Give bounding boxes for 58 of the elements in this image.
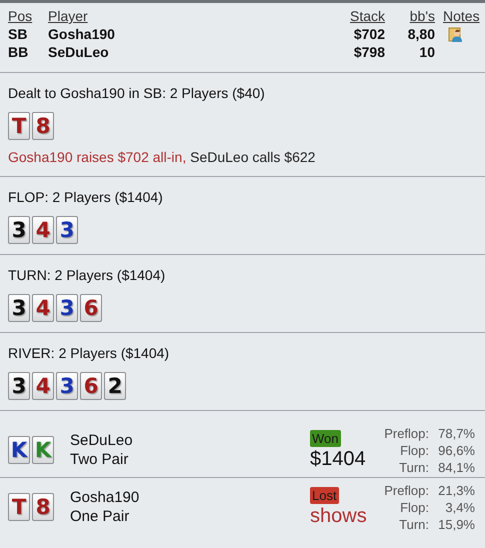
column-header[interactable]: Stack [315, 8, 385, 24]
playing-card: 3 [56, 294, 78, 322]
playing-card: 6 [80, 372, 102, 400]
playing-card: 3 [56, 216, 78, 244]
stack-cell-text: $702 [352, 26, 385, 42]
column-header[interactable]: bb's [385, 8, 435, 24]
stack-cell-text: $798 [352, 44, 385, 60]
equity-label: Preflop: [384, 482, 429, 498]
street-title: RIVER: 2 Players ($1404) [8, 344, 170, 362]
column-header[interactable]: Player [48, 8, 315, 24]
equity-label: Flop: [399, 498, 429, 516]
playing-card: 3 [56, 372, 78, 400]
result-amount: $1404 [310, 448, 366, 470]
outcome-badge: Lost [310, 487, 339, 504]
equity-value: 78,7% [437, 424, 475, 442]
player-name: SeDuLeo [70, 431, 134, 450]
playing-card: 3 [8, 294, 30, 322]
playing-card: T [8, 493, 30, 521]
column-header[interactable]: Notes [435, 8, 479, 24]
equity-value: 96,6% [437, 442, 475, 458]
result-amount: shows [310, 505, 367, 527]
street-title: TURN: 2 Players ($1404) [8, 266, 166, 284]
playing-card: 2 [104, 372, 126, 400]
column-header[interactable]: Pos [8, 8, 48, 24]
hand-rank: Two Pair [70, 450, 130, 469]
note-icon[interactable] [448, 26, 464, 42]
outcome-badge: Won [310, 430, 340, 447]
position-cell-text: SB [8, 26, 28, 42]
equity-value: 21,3% [437, 482, 475, 498]
playing-card: 4 [32, 372, 54, 400]
playing-card: 8 [32, 493, 54, 521]
hand-rank: One Pair [70, 507, 130, 526]
player-name: SeDuLeo [48, 44, 110, 60]
playing-card: K [32, 436, 54, 464]
player-name: Gosha190 [70, 488, 140, 507]
playing-card: 3 [8, 372, 30, 400]
action-text: SeDuLeo calls $622 [190, 149, 316, 165]
player-name: Gosha190 [48, 26, 116, 42]
playing-card: 4 [32, 294, 54, 322]
equity-label: Preflop: [384, 424, 429, 442]
equity-label: Turn: [398, 516, 429, 532]
equity-value: 84,1% [437, 458, 475, 476]
equity-value: 3,4% [444, 498, 475, 516]
action-text: Gosha190 raises $702 all-in, [8, 149, 186, 165]
playing-card: K [8, 436, 30, 464]
playing-card: 4 [32, 216, 54, 244]
playing-card: 6 [80, 294, 102, 322]
equity-value: 15,9% [437, 516, 475, 532]
equity-label: Turn: [398, 458, 429, 476]
equity-label: Flop: [399, 442, 429, 458]
playing-card: 3 [8, 216, 30, 244]
street-title: Dealt to Gosha190 in SB: 2 Players ($40) [8, 84, 266, 102]
bb-cell-text: 10 [418, 44, 435, 60]
position-cell-text: BB [8, 44, 30, 60]
playing-card: 8 [32, 112, 54, 140]
street-title: FLOP: 2 Players ($1404) [8, 188, 164, 206]
bb-cell-text: 8,80 [406, 26, 435, 42]
playing-card: T [8, 112, 30, 140]
